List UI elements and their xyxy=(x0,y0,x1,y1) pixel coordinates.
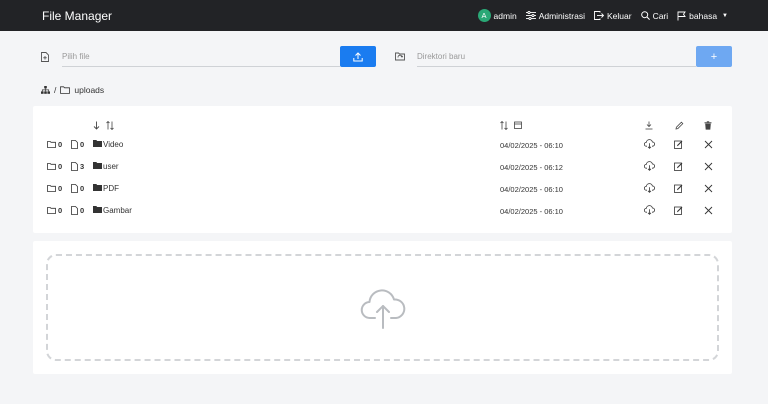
user-name: admin xyxy=(493,10,517,21)
flag-icon xyxy=(677,11,687,21)
folder-icon xyxy=(60,86,71,94)
nav-actions: A admin Administrasi Keluar Cari bahasa … xyxy=(477,0,728,31)
file-upload-group xyxy=(40,46,376,67)
top-navbar: File Manager A admin Administrasi Keluar… xyxy=(0,0,768,31)
sort-name-icon[interactable] xyxy=(106,121,114,130)
language-label: bahasa xyxy=(689,10,718,21)
file-count-icon xyxy=(71,184,78,193)
folder-icon xyxy=(93,162,102,169)
logout-icon xyxy=(594,11,604,20)
search-icon xyxy=(640,11,650,20)
edit-icon[interactable] xyxy=(674,184,683,193)
folder-name[interactable]: Video xyxy=(103,140,123,149)
new-directory-input[interactable] xyxy=(417,46,696,67)
user-menu[interactable]: A admin xyxy=(477,9,517,22)
delete-icon[interactable] xyxy=(704,184,713,193)
admin-label: Administrasi xyxy=(538,10,585,21)
search-label: Cari xyxy=(652,10,669,21)
file-count: 0 xyxy=(80,206,85,215)
download-all-icon[interactable] xyxy=(645,121,653,130)
edit-icon[interactable] xyxy=(674,140,683,149)
sort-date-icon[interactable] xyxy=(500,121,508,130)
file-count: 0 xyxy=(80,184,85,193)
breadcrumb-separator: / xyxy=(54,85,57,95)
cloud-download-icon[interactable] xyxy=(644,139,655,149)
edit-icon[interactable] xyxy=(674,162,683,171)
dropzone-card xyxy=(33,241,732,374)
new-dir-group: + xyxy=(395,46,732,67)
delete-icon[interactable] xyxy=(704,140,713,149)
language-dropdown[interactable]: bahasa ▼ xyxy=(677,11,728,21)
modified-date: 04/02/2025 - 06:10 xyxy=(500,185,563,194)
folder-icon xyxy=(93,140,102,147)
folder-count-icon xyxy=(47,207,56,214)
table-row[interactable]: 0 3 user 04/02/2025 - 06:12 xyxy=(33,159,732,175)
upload-icon xyxy=(353,51,363,62)
table-row[interactable]: 0 0 PDF 04/02/2025 - 06:10 xyxy=(33,181,732,197)
delete-icon[interactable] xyxy=(704,206,713,215)
calendar-icon xyxy=(514,121,522,129)
modified-date: 04/02/2025 - 06:10 xyxy=(500,207,563,216)
file-count: 0 xyxy=(80,140,85,149)
folder-count: 0 xyxy=(58,140,63,149)
list-header xyxy=(33,120,732,132)
file-count: 3 xyxy=(80,162,85,171)
search-link[interactable]: Cari xyxy=(640,10,669,21)
caret-down-icon: ▼ xyxy=(722,12,728,19)
folder-count: 0 xyxy=(58,206,63,215)
folder-count: 0 xyxy=(58,184,63,193)
pencil-icon[interactable] xyxy=(675,121,684,130)
delete-icon[interactable] xyxy=(704,162,713,171)
upload-button[interactable] xyxy=(340,46,376,67)
file-list-card: 0 0 Video 04/02/2025 - 06:10 0 3 user 04… xyxy=(33,106,732,233)
cloud-download-icon[interactable] xyxy=(644,161,655,171)
file-plus-icon xyxy=(40,51,50,62)
add-directory-button[interactable]: + xyxy=(696,46,732,67)
table-row[interactable]: 0 0 Video 04/02/2025 - 06:10 xyxy=(33,137,732,153)
brand-title[interactable]: File Manager xyxy=(42,9,112,23)
breadcrumb: / uploads xyxy=(41,85,104,95)
file-count-icon xyxy=(71,162,78,171)
cloud-download-icon[interactable] xyxy=(644,183,655,193)
logout-label: Keluar xyxy=(606,10,632,21)
folder-count-icon xyxy=(47,163,56,170)
folder-count-icon xyxy=(47,185,56,192)
folder-name[interactable]: PDF xyxy=(103,184,119,193)
trash-icon[interactable] xyxy=(704,121,712,130)
admin-link[interactable]: Administrasi xyxy=(525,10,585,21)
folder-name[interactable]: Gambar xyxy=(103,206,132,215)
folder-count: 0 xyxy=(58,162,63,171)
file-picker-input[interactable] xyxy=(62,46,340,67)
breadcrumb-current[interactable]: uploads xyxy=(74,85,104,95)
folder-sync-icon xyxy=(395,52,405,61)
modified-date: 04/02/2025 - 06:12 xyxy=(500,163,563,172)
logout-link[interactable]: Keluar xyxy=(594,11,632,21)
cloud-upload-icon xyxy=(360,287,406,329)
sitemap-icon[interactable] xyxy=(41,86,50,94)
folder-icon xyxy=(93,184,102,191)
file-count-icon xyxy=(71,140,78,149)
folder-name[interactable]: user xyxy=(103,162,119,171)
upload-dropzone[interactable] xyxy=(46,254,719,361)
edit-icon[interactable] xyxy=(674,206,683,215)
modified-date: 04/02/2025 - 06:10 xyxy=(500,141,563,150)
folder-count-icon xyxy=(47,141,56,148)
folder-icon xyxy=(93,206,102,213)
sort-down-icon[interactable] xyxy=(93,121,100,130)
table-row[interactable]: 0 0 Gambar 04/02/2025 - 06:10 xyxy=(33,203,732,219)
cloud-download-icon[interactable] xyxy=(644,205,655,215)
sliders-icon xyxy=(525,11,536,20)
avatar: A xyxy=(477,9,491,22)
file-count-icon xyxy=(71,206,78,215)
